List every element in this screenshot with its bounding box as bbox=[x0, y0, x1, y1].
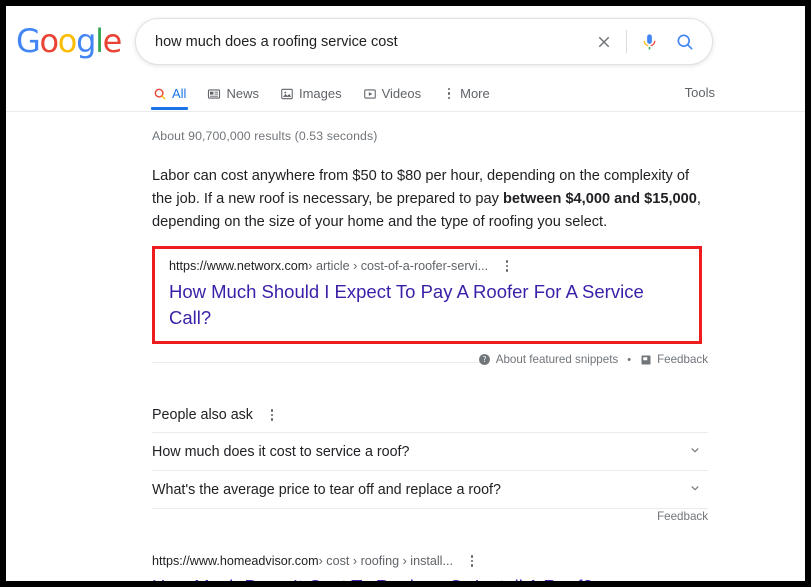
tab-all-label: All bbox=[172, 86, 187, 101]
tab-videos-label: Videos bbox=[381, 86, 422, 101]
paa-heading: People also ask bbox=[152, 407, 253, 423]
tab-more[interactable]: More bbox=[442, 78, 490, 109]
snippet-feedback-link[interactable]: Feedback bbox=[657, 353, 708, 366]
tab-news[interactable]: News bbox=[207, 78, 259, 109]
snippet-url-path: › article › cost-of-a-roofer-servi... bbox=[308, 259, 489, 273]
kebab-icon[interactable] bbox=[500, 258, 514, 274]
kebab-dot bbox=[270, 413, 274, 417]
search-icon[interactable] bbox=[672, 29, 698, 55]
snippet-url-line: https://www.networx.com › article › cost… bbox=[169, 257, 689, 275]
chevron-down-icon[interactable] bbox=[688, 481, 702, 499]
search-divider bbox=[626, 30, 627, 53]
organic-result: https://www.homeadvisor.com › cost › roo… bbox=[152, 552, 712, 581]
nav-tabs: All News Images Videos More bbox=[151, 78, 511, 111]
chevron-down-icon[interactable] bbox=[688, 443, 702, 461]
tools-button[interactable]: Tools bbox=[685, 85, 715, 100]
kebab-icon bbox=[442, 86, 456, 102]
microphone-icon[interactable] bbox=[636, 29, 662, 55]
feedback-flag-icon-svg bbox=[641, 355, 651, 364]
video-icon bbox=[363, 86, 377, 102]
help-circle-icon-svg: ? bbox=[478, 354, 490, 365]
image-icon bbox=[280, 86, 294, 102]
organic-url-path: › cost › roofing › install... bbox=[318, 554, 453, 568]
people-also-ask: People also ask How much does it cost to… bbox=[152, 407, 708, 527]
kebab-dot bbox=[470, 555, 474, 558]
search-icon-svg bbox=[154, 88, 166, 99]
help-circle-icon: ? bbox=[478, 353, 491, 366]
kebab-dot bbox=[447, 87, 451, 91]
search-header: Google bbox=[6, 6, 805, 78]
snippet-meta-row: ? About featured snippets • Feedback bbox=[478, 353, 708, 366]
kebab-dot bbox=[447, 92, 451, 95]
logo-letter-G: G bbox=[16, 22, 41, 60]
browser-page: Google how much does a roofing service c… bbox=[6, 6, 805, 581]
tab-all[interactable]: All bbox=[151, 78, 189, 110]
search-nav: All News Images Videos More Tools bbox=[6, 78, 805, 112]
paa-question-2[interactable]: What's the average price to tear off and… bbox=[152, 470, 708, 508]
featured-snippet-text: Labor can cost anywhere from $50 to $80 … bbox=[152, 165, 708, 234]
kebab-dot bbox=[270, 409, 274, 412]
kebab-dot bbox=[505, 269, 509, 272]
tab-active-underline bbox=[151, 107, 189, 110]
logo-letter-o1: o bbox=[39, 22, 60, 60]
tab-images[interactable]: Images bbox=[280, 78, 342, 109]
paa-question-1-label: How much does it cost to service a roof? bbox=[152, 443, 410, 460]
chevron-down-icon-svg bbox=[691, 485, 699, 490]
paa-feedback-link[interactable]: Feedback bbox=[657, 510, 708, 523]
paa-heading-row: People also ask bbox=[152, 407, 708, 432]
tab-more-label: More bbox=[460, 86, 490, 101]
image-icon-svg bbox=[281, 88, 293, 99]
paa-footer: Feedback bbox=[152, 508, 708, 527]
tab-videos[interactable]: Videos bbox=[363, 78, 422, 109]
chevron-down-icon-svg bbox=[691, 447, 699, 452]
logo-letter-l: l bbox=[95, 22, 104, 60]
kebab-dot bbox=[505, 260, 509, 263]
news-icon-svg bbox=[208, 88, 221, 99]
about-featured-snippets-link[interactable]: About featured snippets bbox=[496, 353, 618, 366]
close-icon[interactable] bbox=[591, 29, 617, 55]
search-bar[interactable] bbox=[135, 18, 713, 65]
results-stats: About 90,700,000 results (0.53 seconds) bbox=[152, 129, 378, 143]
search-icon-svg bbox=[677, 33, 693, 50]
paa-question-2-label: What's the average price to tear off and… bbox=[152, 481, 501, 498]
kebab-dot bbox=[470, 559, 474, 563]
paa-question-1[interactable]: How much does it cost to service a roof? bbox=[152, 432, 708, 470]
video-icon-svg bbox=[363, 88, 376, 99]
svg-text:?: ? bbox=[482, 355, 486, 364]
logo-letter-o2: o bbox=[57, 22, 78, 60]
kebab-dot bbox=[447, 96, 451, 100]
tab-images-label: Images bbox=[298, 86, 342, 101]
separator-dot: • bbox=[627, 353, 632, 366]
feedback-flag-icon bbox=[640, 354, 652, 366]
kebab-dot bbox=[470, 564, 474, 567]
logo-letter-g: g bbox=[76, 22, 96, 60]
tab-news-label: News bbox=[226, 86, 259, 101]
close-icon-svg bbox=[598, 36, 610, 47]
search-input[interactable] bbox=[153, 26, 591, 57]
microphone-icon-svg bbox=[643, 34, 655, 50]
featured-snippet-footer: ? About featured snippets • Feedback bbox=[152, 353, 708, 373]
search-icon bbox=[153, 86, 167, 102]
search-results: About 90,700,000 results (0.53 seconds) … bbox=[6, 129, 805, 581]
organic-url-line: https://www.homeadvisor.com › cost › roo… bbox=[152, 552, 712, 570]
organic-url-domain: https://www.homeadvisor.com bbox=[152, 554, 319, 568]
snippet-result-title[interactable]: How Much Should I Expect To Pay A Roofer… bbox=[169, 279, 689, 331]
kebab-dot bbox=[270, 418, 274, 421]
divider bbox=[152, 362, 484, 363]
logo-letter-e: e bbox=[102, 22, 123, 60]
snippet-url-domain: https://www.networx.com bbox=[169, 259, 309, 273]
kebab-dot bbox=[505, 264, 509, 268]
news-icon bbox=[207, 86, 221, 102]
google-logo[interactable]: Google bbox=[16, 22, 123, 60]
snippet-text-bold: between $4,000 and $15,000 bbox=[503, 191, 697, 207]
organic-result-title[interactable]: How Much Does It Cost To Replace Or Inst… bbox=[152, 574, 712, 581]
kebab-icon[interactable] bbox=[465, 553, 479, 569]
featured-snippet-source-highlight[interactable]: https://www.networx.com › article › cost… bbox=[152, 246, 702, 344]
kebab-icon[interactable] bbox=[265, 407, 279, 423]
